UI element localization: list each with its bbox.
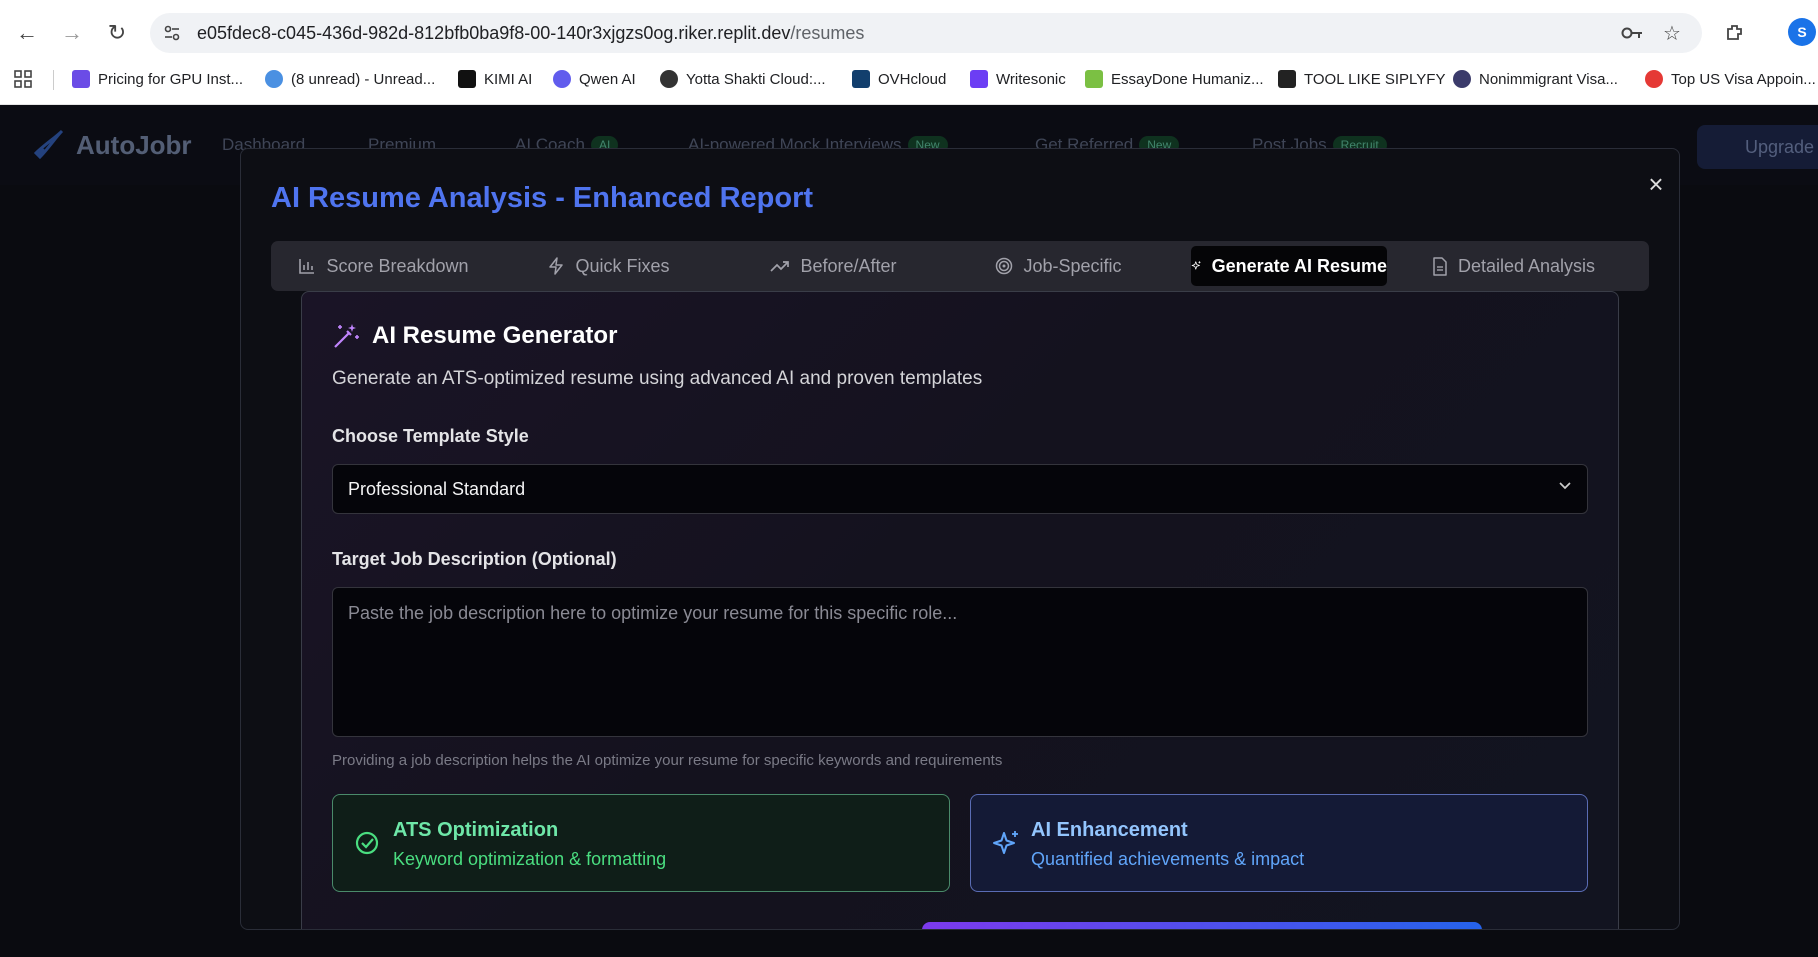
bookmark-item[interactable]: Top US Visa Appoin... xyxy=(1645,68,1816,90)
bookmark-item[interactable]: KIMI AI xyxy=(458,68,532,90)
ats-optimization-card: ATS Optimization Keyword optimization & … xyxy=(332,794,950,892)
bookmark-favicon xyxy=(660,70,678,88)
bookmarks-divider xyxy=(53,70,54,90)
tab-score-breakdown[interactable]: Score Breakdown xyxy=(291,246,476,286)
ats-optimization-title: ATS Optimization xyxy=(393,819,559,841)
url-text[interactable]: e05fdec8-c045-436d-982d-812bfb0ba9f8-00-… xyxy=(197,23,864,44)
resume-analysis-modal: AI Resume Analysis - Enhanced Report × S… xyxy=(240,148,1680,930)
bookmark-item[interactable]: Writesonic xyxy=(970,68,1066,90)
ai-enhancement-title: AI Enhancement xyxy=(1031,819,1188,841)
bookmark-favicon xyxy=(1453,70,1471,88)
bookmark-favicon xyxy=(970,70,988,88)
close-icon[interactable]: × xyxy=(1641,169,1671,199)
bookmarks-bar: Pricing for GPU Inst... (8 unread) - Unr… xyxy=(0,64,1818,94)
bookmark-favicon xyxy=(852,70,870,88)
rocket-icon xyxy=(33,129,64,160)
bookmark-favicon xyxy=(553,70,571,88)
job-description-placeholder: Paste the job description here to optimi… xyxy=(348,603,958,623)
address-bar[interactable]: e05fdec8-c045-436d-982d-812bfb0ba9f8-00-… xyxy=(150,13,1702,53)
ats-optimization-desc: Keyword optimization & formatting xyxy=(393,849,667,869)
bookmark-favicon xyxy=(72,70,90,88)
site-info-icon[interactable] xyxy=(160,21,184,45)
job-description-help: Providing a job description helps the AI… xyxy=(332,752,1003,769)
bookmark-favicon xyxy=(265,70,283,88)
modal-title: AI Resume Analysis - Enhanced Report xyxy=(271,182,814,214)
bookmark-item[interactable]: Nonimmigrant Visa... xyxy=(1453,68,1618,90)
sparkles-icon xyxy=(1191,261,1201,270)
document-icon xyxy=(1433,256,1447,276)
tab-list: Score Breakdown Quick Fixes Before/After… xyxy=(271,241,1649,291)
upgrade-button[interactable]: Upgrade xyxy=(1697,125,1818,169)
job-description-input[interactable]: Paste the job description here to optimi… xyxy=(332,587,1588,737)
app-logo[interactable]: AutoJobr xyxy=(30,127,192,163)
target-icon xyxy=(996,257,1013,275)
bookmark-star-icon[interactable]: ☆ xyxy=(1660,21,1684,45)
apps-grid-icon[interactable] xyxy=(14,68,32,90)
template-style-select[interactable]: Professional Standard xyxy=(332,464,1588,514)
bar-chart-icon xyxy=(299,259,315,274)
template-style-value: Professional Standard xyxy=(348,479,526,499)
generator-subtitle: Generate an ATS-optimized resume using a… xyxy=(332,368,983,389)
bookmark-favicon xyxy=(1278,70,1296,88)
reload-icon[interactable]: ↻ xyxy=(102,18,132,48)
forward-icon[interactable]: → xyxy=(57,18,87,48)
bookmark-item[interactable]: Pricing for GPU Inst... xyxy=(72,68,243,90)
ai-enhancement-desc: Quantified achievements & impact xyxy=(1031,849,1305,869)
tab-generate-ai-resume[interactable]: Generate AI Resume xyxy=(1191,246,1387,286)
check-circle-icon xyxy=(355,831,379,855)
bookmark-favicon xyxy=(1085,70,1103,88)
generator-heading: AI Resume Generator xyxy=(332,322,617,350)
lightning-icon xyxy=(549,257,564,275)
ai-enhancement-card: AI Enhancement Quantified achievements &… xyxy=(970,794,1588,892)
chevron-down-icon xyxy=(1557,477,1573,498)
bookmark-item[interactable]: (8 unread) - Unread... xyxy=(265,68,435,90)
magic-wand-icon xyxy=(334,324,359,348)
profile-avatar[interactable]: S xyxy=(1788,18,1816,46)
bookmark-item[interactable]: EssayDone Humaniz... xyxy=(1085,68,1264,90)
password-key-icon[interactable] xyxy=(1620,21,1644,45)
tab-detailed-analysis[interactable]: Detailed Analysis xyxy=(1406,246,1621,286)
tab-job-specific[interactable]: Job-Specific xyxy=(966,246,1151,286)
ai-resume-generator-card: AI Resume Generator Generate an ATS-opti… xyxy=(301,291,1619,929)
bookmark-item[interactable]: OVHcloud xyxy=(852,68,946,90)
bookmark-favicon xyxy=(458,70,476,88)
trending-up-icon xyxy=(770,261,790,272)
job-description-label: Target Job Description (Optional) xyxy=(332,549,617,569)
tab-quick-fixes[interactable]: Quick Fixes xyxy=(516,246,701,286)
bookmark-item[interactable]: TOOL LIKE SIPLYFY xyxy=(1278,68,1445,90)
bookmark-item[interactable]: Yotta Shakti Cloud:... xyxy=(660,68,826,90)
back-icon[interactable]: ← xyxy=(12,18,42,48)
sparkles-icon xyxy=(993,831,1018,854)
generate-resume-button[interactable] xyxy=(922,922,1482,929)
template-style-label: Choose Template Style xyxy=(332,426,529,446)
bookmark-favicon xyxy=(1645,70,1663,88)
tab-before-after[interactable]: Before/After xyxy=(741,246,926,286)
extensions-icon[interactable] xyxy=(1720,18,1750,48)
browser-chrome: ← → ↻ e05fdec8-c045-436d-982d-812bfb0ba9… xyxy=(0,0,1818,105)
bookmark-item[interactable]: Qwen AI xyxy=(553,68,636,90)
